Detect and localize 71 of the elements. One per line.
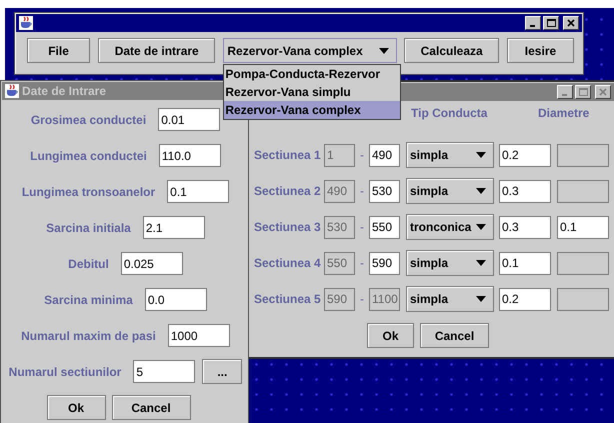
toolbar-button[interactable]: Iesire — [506, 38, 574, 63]
input-field[interactable]: 2.1 — [142, 216, 205, 239]
column-header: Diametre — [538, 105, 590, 122]
pipe-type-dropdown[interactable]: simpla — [406, 178, 494, 204]
input-field[interactable]: 0.3 — [499, 180, 551, 202]
input-field[interactable]: 490 — [369, 144, 400, 166]
caret-icon — [476, 296, 486, 302]
input-field[interactable]: 5 — [133, 360, 196, 383]
input-field[interactable]: 0.3 — [499, 216, 551, 238]
close-icon[interactable] — [563, 16, 579, 30]
input-field[interactable]: 0.0 — [144, 288, 207, 311]
section-label: Sectiunea 4 — [254, 255, 322, 272]
column-header: Tip Conducta — [411, 105, 488, 122]
maximize-icon[interactable] — [575, 85, 591, 99]
field-label: Lungimea conductei — [30, 148, 147, 164]
range-separator: - — [359, 183, 365, 200]
caret-icon — [476, 260, 486, 266]
dialog-button[interactable]: Ok — [46, 395, 106, 420]
dialog-button[interactable]: Cancel — [112, 395, 190, 420]
section-label: Sectiunea 3 — [254, 219, 322, 236]
caret-icon — [476, 188, 486, 194]
input-field[interactable]: 550 — [369, 216, 400, 238]
toolbar-button[interactable]: Date de intrare — [98, 38, 216, 63]
dialog-button[interactable]: Ok — [367, 323, 414, 348]
input-field[interactable]: 530 — [369, 180, 400, 202]
input-field[interactable]: 0.1 — [167, 180, 230, 203]
coffee-cup-icon — [19, 16, 33, 30]
input-field[interactable]: 0.025 — [120, 252, 183, 275]
field-label: Sarcina minima — [44, 292, 133, 308]
range-separator: - — [359, 147, 365, 164]
range-separator: - — [359, 219, 365, 236]
toolbar-button[interactable]: Calculeaza — [404, 38, 499, 63]
caret-icon — [379, 48, 390, 54]
close-icon[interactable] — [595, 85, 611, 99]
maximize-icon[interactable] — [543, 16, 559, 30]
input-field[interactable]: 0.2 — [499, 288, 551, 310]
input-field[interactable]: 0.1 — [557, 216, 609, 238]
coffee-cup-icon — [5, 84, 19, 98]
minimize-icon[interactable] — [557, 85, 573, 99]
field-label: Lungimea tronsoanelor — [22, 184, 156, 200]
field-label: Sarcina initiala — [46, 220, 131, 236]
dialog-button[interactable]: Cancel — [420, 323, 489, 348]
model-dropdown[interactable]: Rezervor-Vana complex — [223, 38, 398, 63]
input-field[interactable]: 0.1 — [499, 252, 551, 274]
pipe-type-dropdown[interactable]: simpla — [406, 250, 494, 276]
field-label: Debitul — [68, 256, 109, 272]
dropdown-option[interactable]: Rezervor-Vana simplu — [224, 83, 400, 101]
input-field[interactable]: 110.0 — [158, 144, 221, 167]
browse-button[interactable]: ... — [202, 359, 242, 384]
section-label: Sectiunea 5 — [254, 291, 322, 308]
range-separator: - — [359, 291, 365, 308]
caret-icon — [476, 152, 486, 158]
dropdown-option[interactable]: Pompa-Conducta-Rezervor — [224, 65, 400, 83]
pipe-type-dropdown[interactable]: tronconica — [406, 214, 494, 240]
range-separator: - — [359, 255, 365, 272]
field-label: Numarul sectiunilor — [8, 364, 122, 380]
input-field[interactable]: 0.2 — [499, 144, 551, 166]
field-label: Grosimea conductei — [30, 112, 146, 128]
field-label: Numarul maxim de pasi — [21, 328, 156, 344]
input-field[interactable]: 590 — [369, 252, 400, 274]
dropdown-option[interactable]: Rezervor-Vana complex — [224, 101, 400, 119]
section-label: Sectiunea 2 — [254, 183, 322, 200]
toolbar-button[interactable]: File — [27, 38, 90, 63]
pipe-type-dropdown[interactable]: simpla — [406, 142, 494, 168]
caret-icon — [476, 224, 486, 230]
input-field[interactable]: 1000 — [168, 324, 230, 347]
window-title: Date de Intrare — [22, 83, 106, 100]
input-field[interactable]: 0.01 — [158, 108, 220, 131]
pipe-type-dropdown[interactable]: simpla — [406, 286, 494, 312]
minimize-icon[interactable] — [525, 16, 541, 30]
section-label: Sectiunea 1 — [254, 147, 322, 164]
